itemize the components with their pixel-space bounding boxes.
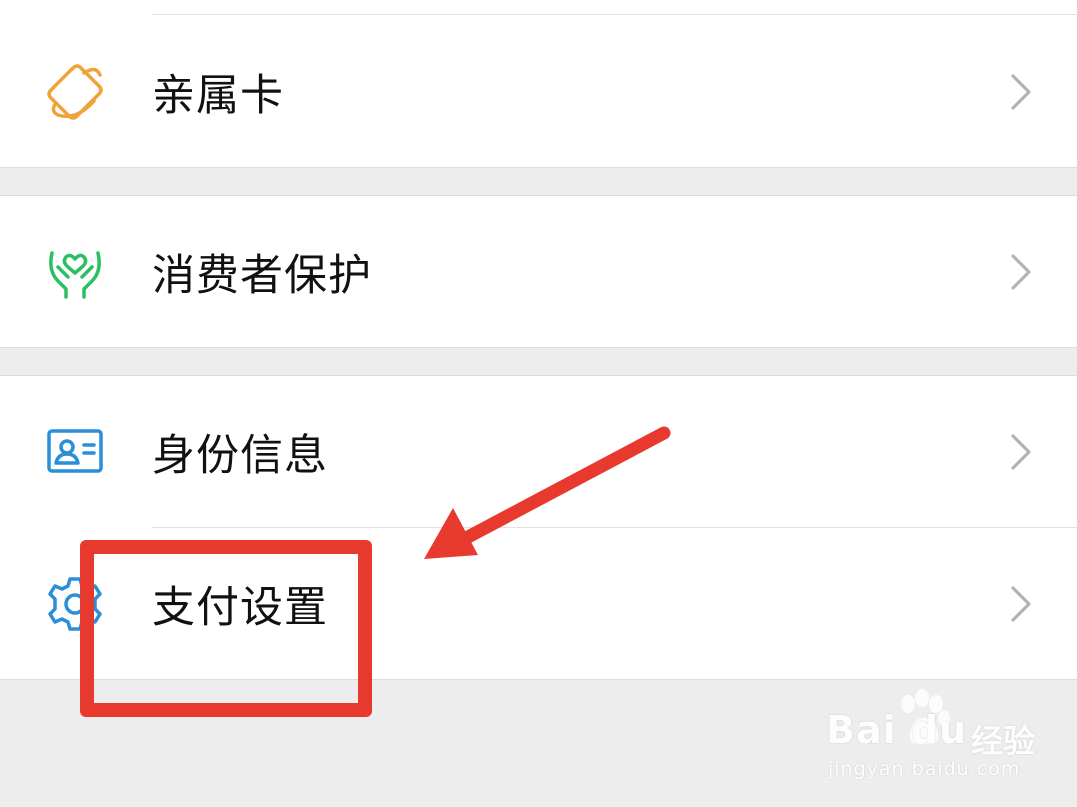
menu-item-identity[interactable]: 身份信息 xyxy=(0,376,1077,528)
watermark-cn: 经验 xyxy=(971,722,1036,760)
menu-item-consumer-protection[interactable]: 消费者保护 xyxy=(0,196,1077,348)
chevron-right-icon xyxy=(1005,252,1035,292)
chevron-right-icon xyxy=(1005,432,1035,472)
id-card-icon xyxy=(46,423,104,481)
menu-item-label: 亲属卡 xyxy=(152,71,284,121)
watermark-logo: Bai du xyxy=(826,708,968,752)
consumer-protection-icon xyxy=(46,243,104,301)
menu-item-label: 消费者保护 xyxy=(152,251,372,301)
family-card-icon xyxy=(46,63,104,121)
gear-icon xyxy=(46,575,104,633)
row-divider xyxy=(152,14,1077,15)
menu-group-consumer-protection: 消费者保护 xyxy=(0,195,1077,348)
watermark-url: jingyan.baidu.com xyxy=(828,758,1021,780)
menu-group-family-card: 亲属卡 xyxy=(0,0,1077,168)
chevron-right-icon xyxy=(1005,72,1035,112)
baidu-jingyan-watermark: Bai du 经验 jingyan.baidu.com xyxy=(826,688,1056,788)
menu-item-family-card[interactable]: 亲属卡 xyxy=(0,16,1077,168)
chevron-right-icon xyxy=(1005,584,1035,624)
menu-item-label: 身份信息 xyxy=(152,431,328,481)
menu-item-payment-settings[interactable]: 支付设置 xyxy=(0,528,1077,680)
paw-logo-icon xyxy=(901,689,950,745)
menu-item-label: 支付设置 xyxy=(152,583,328,633)
menu-group-identity-payment: 身份信息 支付设置 xyxy=(0,375,1077,680)
